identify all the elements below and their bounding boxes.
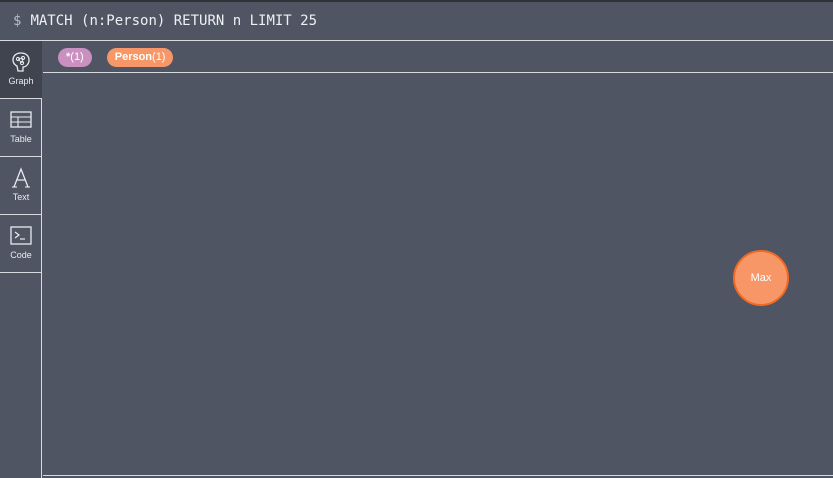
legend-pill-person[interactable]: Person (1) xyxy=(106,47,174,67)
table-view-label: Table xyxy=(10,134,32,144)
query-bar[interactable]: $ MATCH (n:Person) RETURN n LIMIT 25 xyxy=(0,2,833,41)
query-prompt: $ xyxy=(13,13,22,29)
graph-view-label: Graph xyxy=(8,76,34,86)
text-view-label: Text xyxy=(12,192,30,202)
bottom-divider xyxy=(43,475,833,476)
query-text[interactable]: MATCH (n:Person) RETURN n LIMIT 25 xyxy=(30,13,317,29)
text-view-button[interactable]: Text xyxy=(0,157,42,215)
result-frame: $ MATCH (n:Person) RETURN n LIMIT 25 Gra… xyxy=(0,0,833,478)
graph-node[interactable]: Max xyxy=(733,250,789,306)
legend-pill-all[interactable]: * (1) xyxy=(58,47,92,67)
code-view-label: Code xyxy=(10,250,32,260)
graph-view-button[interactable]: Graph xyxy=(0,41,42,99)
table-view-button[interactable]: Table xyxy=(0,99,42,157)
code-icon xyxy=(10,225,32,247)
legend-pill-all-count: (1) xyxy=(70,51,84,63)
graph-icon xyxy=(10,51,32,73)
table-icon xyxy=(10,109,32,131)
legend-pill-person-name: Person xyxy=(114,51,153,63)
legend-pill-person-count: (1) xyxy=(152,51,166,63)
code-view-button[interactable]: Code xyxy=(0,215,42,273)
view-sidebar: Graph Table Text Code xyxy=(0,41,42,478)
node-caption: Max xyxy=(750,272,772,284)
label-legend: * (1) Person (1) xyxy=(43,42,833,73)
graph-canvas[interactable]: Max xyxy=(43,74,833,475)
text-icon xyxy=(10,167,32,189)
